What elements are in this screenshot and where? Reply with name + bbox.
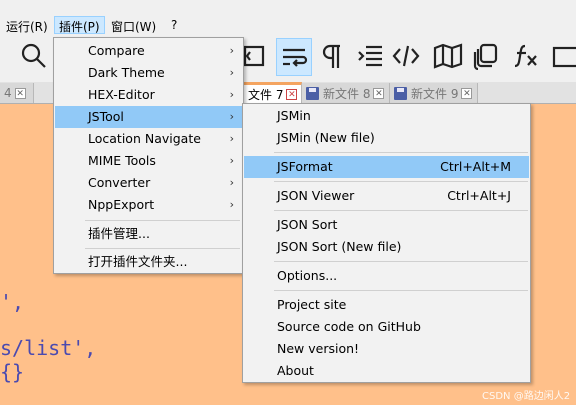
menu-separator — [274, 152, 528, 153]
menu-separator — [274, 181, 528, 182]
shortcut-label: Ctrl+Alt+J — [447, 188, 511, 203]
menu-separator — [274, 210, 528, 211]
menu-help[interactable]: ? — [171, 18, 177, 32]
menu-item-label: HEX-Editor — [88, 87, 155, 102]
menu-item-source-code-github[interactable]: Source code on GitHub — [244, 316, 529, 338]
submenu-arrow-icon: › — [229, 132, 234, 145]
jstool-submenu: JSMin JSMin (New file) JSFormat Ctrl+Alt… — [242, 103, 531, 383]
menu-item-label: Compare — [88, 43, 145, 58]
plugins-dropdown-menu: Compare › Dark Theme › HEX-Editor › JSTo… — [53, 37, 244, 274]
code-line[interactable]: s/list', — [0, 336, 96, 360]
code-line[interactable]: {} — [0, 360, 24, 384]
menu-item-json-viewer[interactable]: JSON Viewer Ctrl+Alt+J — [244, 185, 529, 207]
menu-item-label: Converter — [88, 175, 151, 190]
menu-item-compare[interactable]: Compare › — [55, 40, 242, 62]
menu-separator — [85, 220, 240, 221]
indent-guide-icon[interactable] — [354, 40, 386, 72]
tab-label: 文件 7 — [248, 88, 284, 102]
menu-item-label: Location Navigate — [88, 131, 201, 146]
word-wrap-icon[interactable] — [276, 38, 312, 76]
search-icon[interactable] — [18, 40, 50, 72]
function-list-icon[interactable] — [510, 40, 542, 72]
menu-item-about[interactable]: About — [244, 360, 529, 382]
show-all-chars-icon[interactable] — [318, 40, 350, 72]
close-icon[interactable]: ✕ — [14, 87, 26, 99]
menu-item-label: JSTool — [88, 109, 124, 124]
submenu-arrow-icon: › — [229, 110, 234, 123]
submenu-arrow-icon: › — [229, 88, 234, 101]
submenu-arrow-icon: › — [229, 44, 234, 57]
menu-item-jsmin-new-file[interactable]: JSMin (New file) — [244, 127, 529, 149]
menu-item-label: JSMin (New file) — [277, 130, 375, 145]
tab-new-file-8[interactable]: 新文件 8 ✕ — [302, 83, 390, 103]
menu-item-open-plugins-folder[interactable]: 打开插件文件夹... — [55, 251, 242, 273]
tab-label: 新文件 8 — [323, 86, 371, 101]
menu-item-converter[interactable]: Converter › — [55, 172, 242, 194]
menu-item-location-navigate[interactable]: Location Navigate › — [55, 128, 242, 150]
menu-item-label: Options... — [277, 268, 338, 283]
clipboard-history-icon[interactable] — [470, 40, 502, 72]
xml-tag-icon[interactable] — [390, 40, 422, 72]
menu-bar: 运行(R) 插件(P) 窗口(W) ? — [0, 0, 576, 34]
menu-item-label: Source code on GitHub — [277, 319, 421, 334]
doc-map-icon[interactable] — [240, 40, 272, 72]
tab-label: 新文件 9 — [411, 86, 459, 101]
folder-workspace-icon[interactable] — [548, 40, 576, 72]
menu-item-label: Project site — [277, 297, 347, 312]
menu-item-label: Dark Theme — [88, 65, 165, 80]
menu-item-mime-tools[interactable]: MIME Tools › — [55, 150, 242, 172]
menu-item-label: JSON Viewer — [277, 188, 355, 203]
menu-item-json-sort-new-file[interactable]: JSON Sort (New file) — [244, 236, 529, 258]
menu-separator — [85, 248, 240, 249]
floppy-disk-icon — [394, 86, 407, 100]
submenu-arrow-icon: › — [229, 154, 234, 167]
menu-item-label: NppExport — [88, 197, 155, 212]
menu-item-options[interactable]: Options... — [244, 265, 529, 287]
menu-item-label: JSFormat — [277, 159, 333, 174]
menu-item-label: JSON Sort — [277, 217, 338, 232]
menu-window[interactable]: 窗口(W) — [111, 18, 156, 35]
menu-separator — [274, 261, 528, 262]
menu-item-label: New version! — [277, 341, 360, 356]
menu-item-jsformat[interactable]: JSFormat Ctrl+Alt+M — [244, 156, 529, 178]
menu-item-plugin-admin[interactable]: 插件管理... — [55, 223, 242, 245]
watermark: CSDN @路边闲人2 — [482, 391, 571, 402]
close-icon[interactable]: ✕ — [461, 87, 473, 99]
shortcut-label: Ctrl+Alt+M — [440, 159, 511, 174]
close-icon[interactable]: ✕ — [286, 89, 298, 100]
tab-label: 4 — [4, 86, 12, 100]
submenu-arrow-icon: › — [229, 176, 234, 189]
tab-file-7[interactable]: 文件 7 ✕ — [244, 82, 302, 104]
menu-item-project-site[interactable]: Project site — [244, 294, 529, 316]
menu-plugins[interactable]: 插件(P) — [54, 16, 105, 34]
menu-item-new-version[interactable]: New version! — [244, 338, 529, 360]
menu-run[interactable]: 运行(R) — [6, 18, 48, 35]
menu-item-json-sort[interactable]: JSON Sort — [244, 214, 529, 236]
menu-item-label: 插件管理... — [88, 226, 150, 241]
menu-item-label: 打开插件文件夹... — [88, 254, 188, 269]
submenu-arrow-icon: › — [229, 66, 234, 79]
floppy-disk-icon — [306, 86, 319, 100]
close-icon[interactable]: ✕ — [373, 87, 385, 99]
code-line[interactable]: ', — [0, 290, 24, 314]
menu-item-label: About — [277, 363, 314, 378]
tab-file-4[interactable]: 4 ✕ — [0, 83, 34, 103]
menu-item-label: JSON Sort (New file) — [277, 239, 402, 254]
tab-new-file-9[interactable]: 新文件 9 ✕ — [390, 83, 478, 103]
map-icon[interactable] — [432, 40, 464, 72]
menu-separator — [274, 290, 528, 291]
menu-item-hex-editor[interactable]: HEX-Editor › — [55, 84, 242, 106]
menu-item-nppexport[interactable]: NppExport › — [55, 194, 242, 216]
menu-item-dark-theme[interactable]: Dark Theme › — [55, 62, 242, 84]
submenu-arrow-icon: › — [229, 198, 234, 211]
menu-item-label: MIME Tools — [88, 153, 156, 168]
menu-item-jsmin[interactable]: JSMin — [244, 105, 529, 127]
menu-item-label: JSMin — [277, 108, 311, 123]
menu-item-jstool[interactable]: JSTool › — [55, 106, 242, 128]
